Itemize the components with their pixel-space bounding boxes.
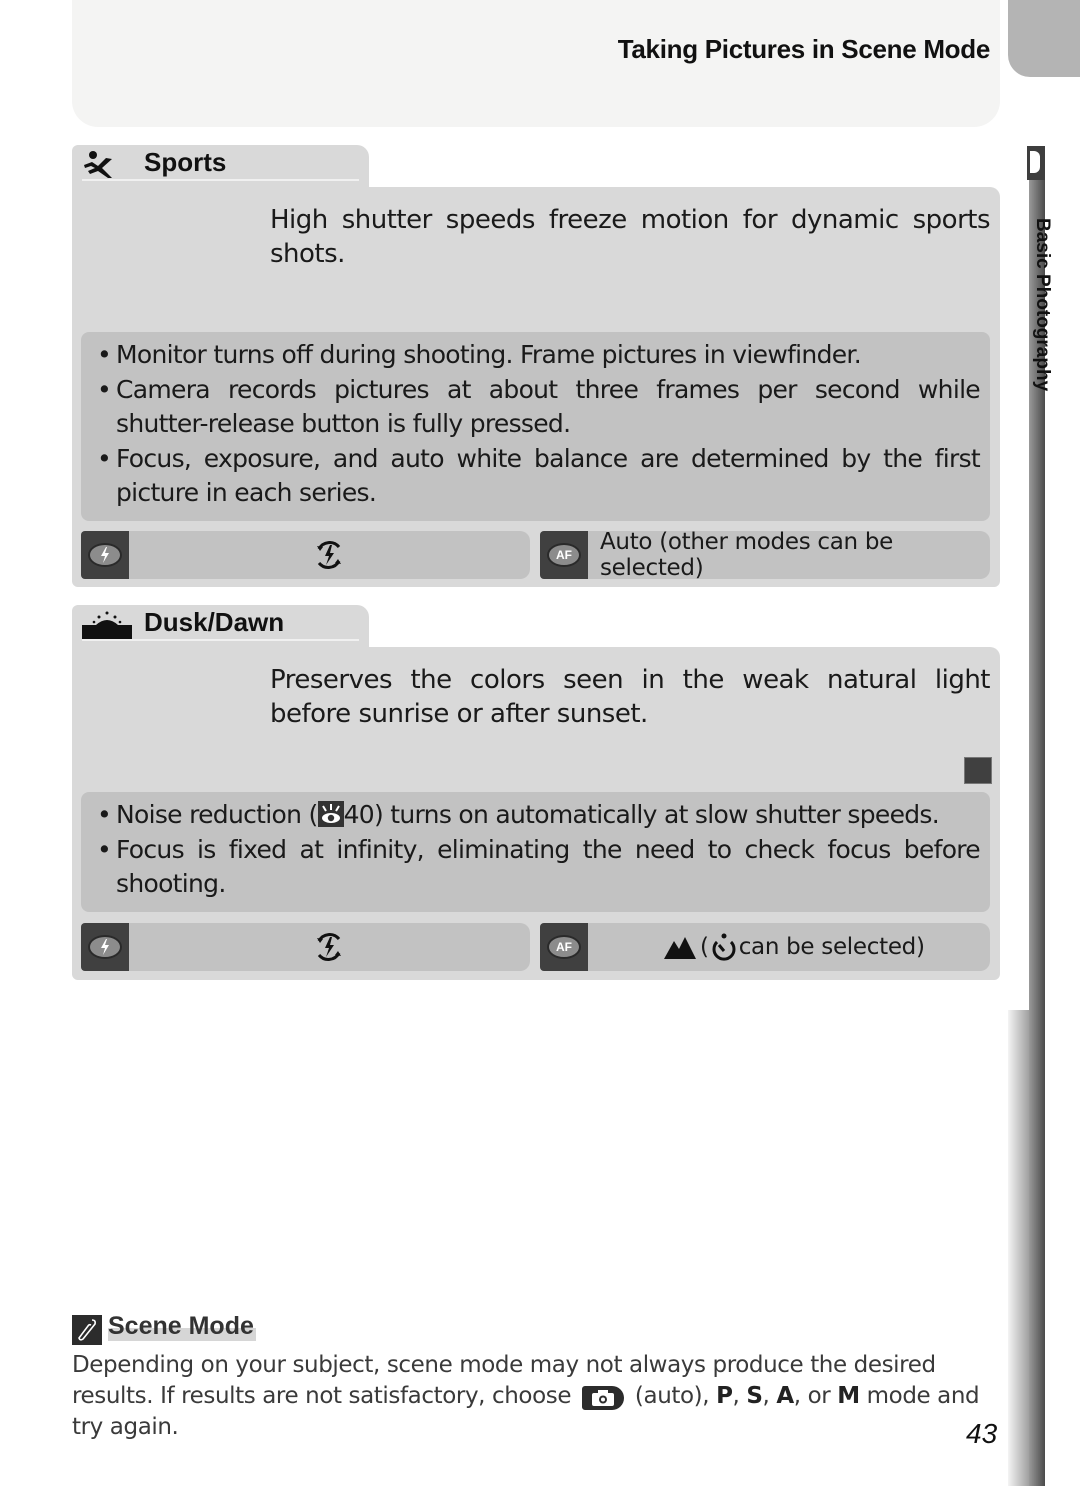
focus-value: ( can be selected) xyxy=(664,923,925,971)
section-tab: Dusk/Dawn xyxy=(72,605,369,651)
tip-title: Scene Mode xyxy=(108,1312,256,1341)
af-label: AF xyxy=(547,543,581,567)
infinity-mountain-icon xyxy=(664,937,696,959)
tab-underline xyxy=(82,179,359,181)
page-title: Taking Pictures in Scene Mode xyxy=(617,34,991,64)
flash-setting xyxy=(81,923,530,971)
chapter-tab-label: Basic Photography xyxy=(1032,218,1053,392)
paren: ( xyxy=(700,934,709,960)
notes-box: Monitor turns off during shooting. Frame… xyxy=(81,332,990,521)
focus-value-text: can be selected) xyxy=(738,934,925,960)
note-item: Focus, exposure, and auto white balance … xyxy=(97,442,981,511)
focus-setting: AF Auto (other modes can be selected) xyxy=(540,531,990,579)
section-tab: Sports xyxy=(72,145,369,191)
sports-runner-icon xyxy=(84,151,112,178)
camera-auto-icon xyxy=(582,1386,625,1410)
note-item: Camera records pictures at about three f… xyxy=(97,373,981,442)
notes-box: Noise reduction ( 40) turns on automatica… xyxy=(81,792,990,912)
flash-off-icon xyxy=(313,923,345,971)
section-title: Dusk/Dawn xyxy=(144,607,285,637)
sep: , or xyxy=(793,1383,838,1409)
mode-p: P xyxy=(716,1383,733,1409)
section-description: High shutter speeds freeze motion for dy… xyxy=(270,205,991,269)
tip-text-part: (auto), xyxy=(628,1383,717,1409)
section-title: Sports xyxy=(144,147,227,177)
mode-m: M xyxy=(837,1383,860,1409)
note-item: Monitor turns off during shooting. Frame… xyxy=(97,338,980,373)
note-text: Noise reduction ( xyxy=(116,800,318,829)
section-description: Preserves the colors seen in the weak na… xyxy=(270,665,991,729)
square-marker-icon xyxy=(964,757,992,784)
dusk-dawn-icon xyxy=(82,611,132,639)
sep: , xyxy=(762,1383,777,1409)
page-ref[interactable]: 40 xyxy=(344,800,375,829)
flash-setting xyxy=(81,531,530,579)
section-sports: Sports High shutter speeds freeze motion… xyxy=(72,145,1000,588)
tip-text: Depending on your subject, scene mode ma… xyxy=(72,1350,1000,1443)
side-gradient xyxy=(1008,1010,1030,1486)
corner-thumb-tab xyxy=(1008,0,1080,77)
af-label: AF xyxy=(547,935,581,959)
flash-mode-icon xyxy=(81,531,129,579)
header-panel: Taking Pictures in Scene Mode xyxy=(72,0,1000,127)
mode-a: A xyxy=(776,1383,794,1409)
self-timer-icon xyxy=(712,933,736,961)
flash-off-icon xyxy=(313,531,345,579)
note-item: Noise reduction ( 40) turns on automatica… xyxy=(97,798,980,833)
focus-setting: AF ( can be selected) xyxy=(540,923,990,971)
page-number: 43 xyxy=(966,1418,998,1449)
tab-underline xyxy=(82,639,359,641)
note-item: Focus is fixed at infinity, eliminating … xyxy=(97,833,981,902)
section-dusk-dawn: Dusk/Dawn Preserves the colors seen in t… xyxy=(72,605,1000,980)
af-mode-icon: AF xyxy=(540,531,588,579)
sep: , xyxy=(732,1383,747,1409)
focus-value: Auto (other modes can be selected) xyxy=(600,531,893,579)
flash-mode-icon xyxy=(81,923,129,971)
mode-s: S xyxy=(746,1383,763,1409)
chapter-marker-icon xyxy=(1027,146,1045,180)
note-text: ) turns on automatically at slow shutter… xyxy=(373,800,940,829)
af-mode-icon: AF xyxy=(540,923,588,971)
pencil-note-icon xyxy=(72,1315,102,1345)
menu-reference-icon xyxy=(317,801,344,827)
